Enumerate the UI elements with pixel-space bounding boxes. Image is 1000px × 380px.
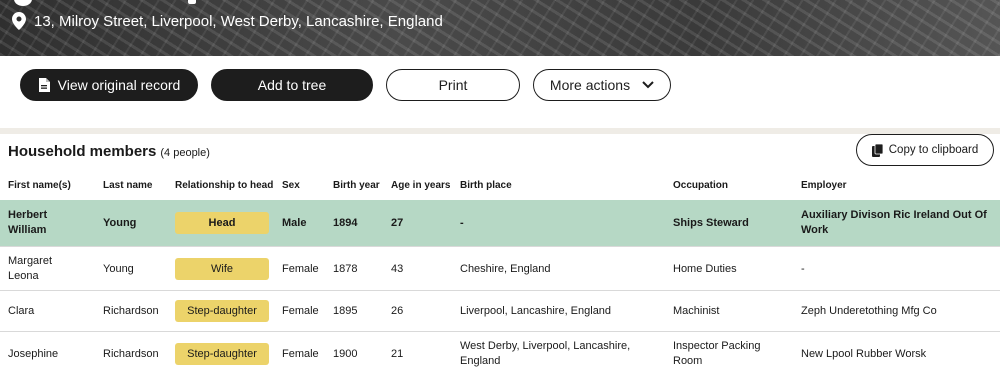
cell-employer: New Lpool Rubber Worsk bbox=[801, 348, 927, 360]
cell-sex: Female bbox=[282, 263, 319, 275]
relationship-badge: Step-daughter bbox=[175, 343, 269, 365]
column-birth-year[interactable]: Birth year bbox=[333, 180, 380, 191]
table-row[interactable]: Herbert William Young Head Male 1894 27 … bbox=[0, 200, 1000, 246]
print-button[interactable]: Print bbox=[386, 69, 520, 101]
table-header: First name(s) Last name Relationship to … bbox=[0, 172, 1000, 200]
cell-employer: Auxiliary Divison Ric Ireland Out Of Wor… bbox=[801, 209, 987, 236]
cell-sex: Female bbox=[282, 348, 319, 360]
add-to-tree-label: Add to tree bbox=[257, 77, 327, 93]
household-members-heading: Household members (4 people) bbox=[8, 143, 210, 160]
cell-employer: Zeph Underetothing Mfg Co bbox=[801, 305, 937, 317]
title-fragment bbox=[14, 0, 32, 6]
column-age[interactable]: Age in years bbox=[391, 180, 450, 191]
cell-sex: Male bbox=[282, 217, 307, 229]
column-birth-place[interactable]: Birth place bbox=[460, 180, 512, 191]
cell-age: 43 bbox=[391, 263, 404, 275]
chevron-down-icon bbox=[642, 81, 654, 89]
print-label: Print bbox=[438, 77, 468, 93]
cell-birth-place: Cheshire, England bbox=[460, 263, 551, 275]
section-divider bbox=[0, 128, 1000, 134]
cell-last-name: Richardson bbox=[103, 305, 159, 317]
column-first-names[interactable]: First name(s) bbox=[8, 180, 71, 191]
cell-occupation: Machinist bbox=[673, 305, 720, 317]
household-table: First name(s) Last name Relationship to … bbox=[0, 172, 1000, 379]
copy-to-clipboard-button[interactable]: Copy to clipboard bbox=[856, 134, 994, 166]
record-address: 13, Milroy Street, Liverpool, West Derby… bbox=[12, 12, 443, 30]
relationship-badge: Head bbox=[175, 212, 269, 234]
cell-birth-year: 1900 bbox=[333, 348, 358, 360]
cell-age: 26 bbox=[391, 305, 404, 317]
cell-last-name: Young bbox=[103, 263, 134, 275]
table-row[interactable]: Margaret Leona Young Wife Female 1878 43… bbox=[0, 246, 1000, 290]
cell-occupation: Inspector Packing Room bbox=[673, 340, 761, 367]
cell-occupation: Home Duties bbox=[673, 263, 737, 275]
relationship-badge: Step-daughter bbox=[175, 300, 269, 322]
cell-first-names: Clara bbox=[8, 305, 35, 317]
document-icon bbox=[38, 78, 50, 92]
clipboard-icon bbox=[871, 143, 883, 157]
cell-sex: Female bbox=[282, 305, 319, 317]
table-row[interactable]: Josephine Richardson Step-daughter Femal… bbox=[0, 331, 1000, 379]
column-sex[interactable]: Sex bbox=[282, 180, 300, 191]
cell-occupation: Ships Steward bbox=[673, 217, 749, 229]
copy-to-clipboard-label: Copy to clipboard bbox=[888, 144, 979, 156]
record-actions-bar: View original record Add to tree Print M… bbox=[0, 56, 1000, 128]
cell-birth-place: - bbox=[460, 217, 464, 229]
cell-age: 21 bbox=[391, 348, 404, 360]
cell-last-name: Young bbox=[103, 217, 137, 229]
column-occupation[interactable]: Occupation bbox=[673, 180, 728, 191]
more-actions-label: More actions bbox=[549, 77, 631, 93]
table-row[interactable]: Clara Richardson Step-daughter Female 18… bbox=[0, 290, 1000, 331]
cell-first-names: Margaret Leona bbox=[8, 255, 53, 282]
column-employer[interactable]: Employer bbox=[801, 180, 847, 191]
relationship-badge: Wife bbox=[175, 258, 269, 280]
map-pin-icon bbox=[12, 12, 26, 30]
title-fragment bbox=[188, 0, 196, 4]
people-count: (4 people) bbox=[160, 147, 210, 159]
address-text: 13, Milroy Street, Liverpool, West Derby… bbox=[34, 12, 443, 30]
add-to-tree-button[interactable]: Add to tree bbox=[211, 69, 373, 101]
cell-birth-place: Liverpool, Lancashire, England bbox=[460, 305, 612, 317]
cell-employer: - bbox=[801, 263, 805, 275]
cell-birth-year: 1878 bbox=[333, 263, 358, 275]
record-header-banner: 13, Milroy Street, Liverpool, West Derby… bbox=[0, 0, 1000, 56]
column-last-name[interactable]: Last name bbox=[103, 180, 152, 191]
view-original-record-button[interactable]: View original record bbox=[20, 69, 198, 101]
cell-birth-place: West Derby, Liverpool, Lancashire, Engla… bbox=[460, 340, 631, 367]
cell-birth-year: 1894 bbox=[333, 217, 358, 229]
cell-birth-year: 1895 bbox=[333, 305, 358, 317]
column-relationship[interactable]: Relationship to head bbox=[175, 180, 273, 191]
cell-last-name: Richardson bbox=[103, 348, 159, 360]
view-original-record-label: View original record bbox=[57, 77, 181, 93]
cell-age: 27 bbox=[391, 217, 404, 229]
cell-first-names: Josephine bbox=[8, 348, 59, 360]
section-title: Household members bbox=[8, 143, 157, 160]
more-actions-button[interactable]: More actions bbox=[533, 69, 671, 101]
cell-first-names: Herbert William bbox=[8, 209, 48, 236]
